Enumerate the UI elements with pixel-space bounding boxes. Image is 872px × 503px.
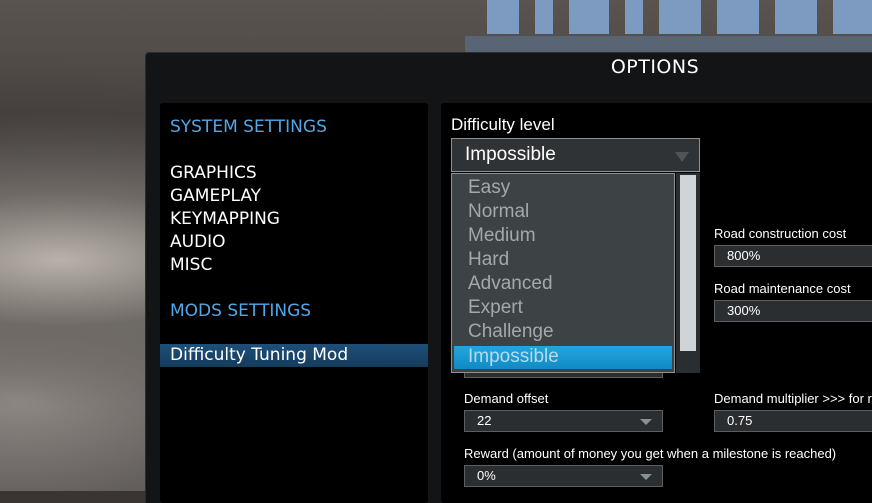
difficulty-option-expert[interactable]: Expert (468, 297, 523, 319)
difficulty-option-challenge[interactable]: Challenge (468, 321, 554, 343)
difficulty-option-label: Impossible (468, 346, 559, 367)
demand-offset-label: Demand offset (464, 391, 549, 406)
chevron-down-icon (640, 419, 652, 425)
difficulty-option-normal[interactable]: Normal (468, 201, 529, 223)
reward-value: 0% (477, 468, 496, 483)
demand-multiplier-label: Demand multiplier >>> for r (714, 391, 872, 406)
reward-label: Reward (amount of money you get when a m… (464, 446, 837, 461)
chevron-down-icon (640, 474, 652, 480)
demand-offset-dropdown[interactable]: 22 (464, 410, 663, 432)
demand-offset-value: 22 (477, 413, 492, 428)
road-construction-label: Road construction cost (714, 226, 847, 241)
difficulty-label: Difficulty level (451, 115, 555, 134)
options-scrollbar-thumb[interactable] (680, 175, 696, 351)
difficulty-option-easy[interactable]: Easy (468, 177, 510, 199)
chevron-down-icon (675, 152, 689, 162)
sidebar-item-gameplay[interactable]: GAMEPLAY (170, 186, 261, 206)
difficulty-selected-value: Impossible (465, 144, 556, 165)
demand-multiplier-value: 0.75 (727, 413, 753, 428)
system-settings-header: SYSTEM SETTINGS (170, 117, 327, 137)
difficulty-dropdown[interactable]: Impossible (451, 138, 700, 172)
sidebar-item-misc[interactable]: MISC (170, 255, 212, 275)
road-construction-value: 800% (727, 248, 761, 263)
road-maintenance-value: 300% (727, 303, 761, 318)
mods-settings-header: MODS SETTINGS (170, 301, 312, 321)
page-title: OPTIONS (610, 56, 700, 78)
difficulty-option-impossible[interactable]: Impossible (454, 346, 672, 369)
road-maintenance-label: Road maintenance cost (714, 281, 851, 296)
sidebar-item-label: Difficulty Tuning Mod (170, 345, 349, 365)
road-maintenance-field[interactable]: 300% (714, 300, 872, 322)
game-logo (465, 0, 872, 56)
road-construction-field[interactable]: 800% (714, 245, 872, 267)
sidebar-item-graphics[interactable]: GRAPHICS (170, 163, 257, 183)
sidebar-item-difficulty-tuning-mod[interactable]: Difficulty Tuning Mod (160, 344, 428, 367)
sidebar-item-audio[interactable]: AUDIO (170, 232, 226, 252)
difficulty-option-advanced[interactable]: Advanced (468, 273, 553, 295)
difficulty-option-hard[interactable]: Hard (468, 249, 509, 271)
difficulty-option-medium[interactable]: Medium (468, 225, 536, 247)
sidebar-item-keymapping[interactable]: KEYMAPPING (170, 209, 280, 229)
difficulty-options-list: Easy Normal Medium Hard Advanced Expert … (451, 173, 675, 373)
demand-multiplier-field[interactable]: 0.75 (714, 410, 872, 432)
reward-dropdown[interactable]: 0% (464, 465, 663, 487)
